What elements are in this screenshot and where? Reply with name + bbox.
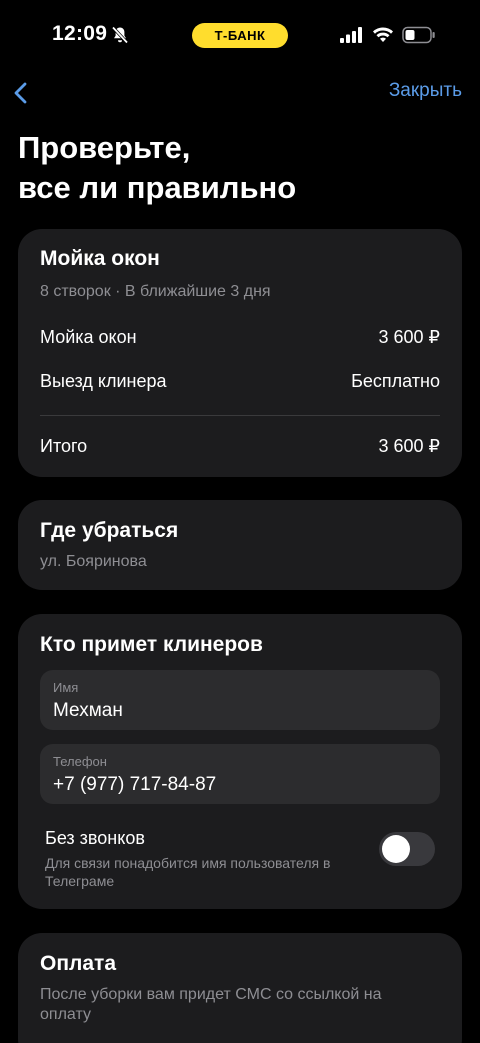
payment-title: Оплата <box>40 952 117 975</box>
name-field[interactable]: Имя Мехман <box>40 670 440 730</box>
phone-field-label: Телефон <box>53 754 107 769</box>
order-row-label: Мойка окон <box>40 327 137 347</box>
name-field-value: Мехман <box>53 700 123 721</box>
address-title: Где убраться <box>40 519 179 542</box>
total-label: Итого <box>40 436 88 456</box>
battery-icon <box>402 26 435 44</box>
page-title-line1: Проверьте, <box>18 130 191 165</box>
no-calls-toggle[interactable] <box>379 832 435 866</box>
address-card[interactable]: Где убраться ул. Бояринова <box>18 500 462 590</box>
order-total-row: Итого 3 600 ₽ <box>40 436 440 457</box>
signal-icon <box>340 27 362 43</box>
address-value: ул. Бояринова <box>40 553 147 570</box>
bank-badge: Т-БАНК <box>192 23 288 48</box>
toggle-knob <box>382 835 410 863</box>
phone-field[interactable]: Телефон +7 (977) 717-84-87 <box>40 744 440 804</box>
no-calls-title: Без звонков <box>45 828 145 848</box>
status-bar: 12:09 Т-БАНК <box>0 0 480 70</box>
page-title: Проверьте, все ли правильно <box>18 128 458 208</box>
chevron-left-icon <box>14 82 27 104</box>
close-button[interactable]: Закрыть <box>389 80 462 102</box>
page-title-line2: все ли правильно <box>18 170 297 205</box>
order-title: Мойка окон <box>40 247 160 270</box>
wifi-icon <box>373 27 393 42</box>
back-button[interactable] <box>6 78 36 108</box>
name-field-label: Имя <box>53 680 79 695</box>
order-row-visit: Выезд клинера Бесплатно <box>40 371 440 392</box>
order-row-service: Мойка окон 3 600 ₽ <box>40 327 440 348</box>
receiver-card: Кто примет клинеров Имя Мехман Телефон +… <box>18 614 462 909</box>
receiver-title: Кто примет клинеров <box>40 633 263 656</box>
order-row-value: Бесплатно <box>351 371 440 391</box>
divider <box>40 415 440 416</box>
phone-field-value: +7 (977) 717-84-87 <box>53 774 217 795</box>
payment-card: Оплата После уборки вам придет СМС со сс… <box>18 933 462 1043</box>
order-row-label: Выезд клинера <box>40 371 167 391</box>
payment-description: После уборки вам придет СМС со ссылкой н… <box>40 986 382 1023</box>
order-subtitle: 8 створок · В ближайшие 3 дня <box>40 283 271 300</box>
order-review-screen: 12:09 Т-БАНК Закрыть Проверьте, все ли п… <box>0 0 480 1043</box>
total-value: 3 600 ₽ <box>378 436 441 456</box>
status-time: 12:09 <box>52 22 108 45</box>
no-calls-description: Для связи понадобится имя пользователя в… <box>45 855 331 889</box>
order-row-value: 3 600 ₽ <box>378 327 441 347</box>
bell-off-icon <box>111 26 129 44</box>
order-summary-card: Мойка окон 8 створок · В ближайшие 3 дня… <box>18 229 462 477</box>
